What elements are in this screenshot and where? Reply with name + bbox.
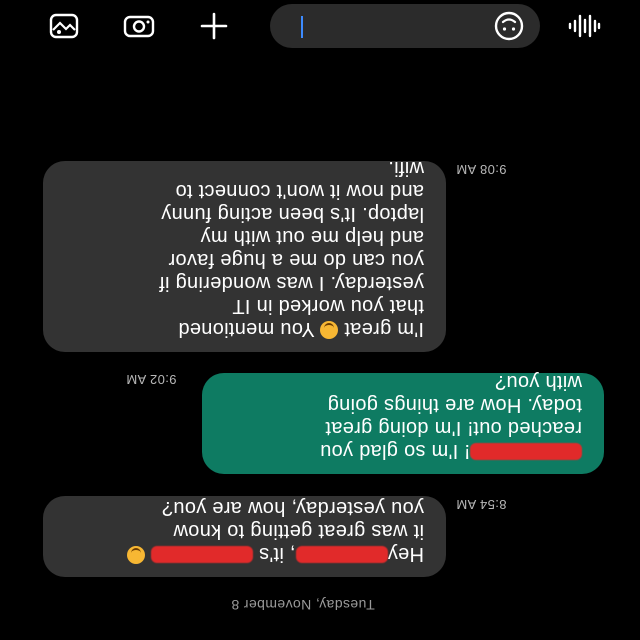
gallery-icon-svg	[49, 13, 79, 39]
message-text: ! I'm so glad you	[319, 440, 470, 462]
message-line: with you?	[494, 371, 582, 393]
message-line: yesterday. I was wondering if	[158, 272, 424, 294]
message-line: you can do me a huge favor	[168, 249, 424, 271]
redacted-name	[470, 443, 582, 460]
message-line: it was great getting to know	[173, 520, 424, 542]
voice-wave-icon[interactable]	[566, 8, 602, 44]
redacted-name	[150, 546, 253, 563]
smiling-face-emoji-icon	[127, 546, 146, 564]
conversation-area: I'm great You mentioned that you worked …	[0, 52, 640, 640]
gallery-icon[interactable]	[46, 8, 82, 44]
message-bubble-incoming[interactable]: Hey , it's it was great getting to know y…	[43, 496, 446, 577]
message-line: Hey , it's	[65, 542, 424, 565]
message-input[interactable]	[270, 4, 540, 48]
composer-toolbar	[0, 0, 640, 52]
message-line: you yesterday, how are you?	[161, 497, 424, 519]
message-line: laptop. It's been acting funny	[161, 203, 424, 225]
camera-icon[interactable]	[121, 8, 157, 44]
message-timestamp: 9:08 AM	[456, 162, 507, 177]
message-line: wifi.	[388, 157, 424, 179]
message-line: and now it won't connect to	[175, 180, 424, 202]
message-text: , it's	[258, 543, 296, 565]
message-bubble-incoming[interactable]: I'm great You mentioned that you worked …	[43, 157, 446, 352]
redacted-name	[295, 546, 388, 563]
message-line: and help me out with my	[200, 226, 424, 248]
date-header: Tuesday, November 8	[231, 597, 375, 613]
message-text: You mentioned	[178, 318, 315, 340]
text-caret	[301, 16, 303, 38]
message-line: reached out! I'm doing great	[325, 417, 582, 439]
add-icon[interactable]	[196, 8, 232, 44]
message-timestamp: 8:54 AM	[456, 497, 507, 512]
voice-wave-icon-svg	[568, 14, 601, 38]
message-timestamp: 9:02 AM	[126, 372, 177, 387]
message-line: I'm great You mentioned	[65, 317, 424, 340]
message-text: I'm great	[344, 318, 424, 340]
message-line: that you worked in IT	[232, 295, 424, 317]
message-line: ! I'm so glad you	[224, 439, 582, 462]
smiling-face-emoji-icon	[320, 321, 339, 339]
plus-icon	[200, 12, 228, 40]
message-text: Hey	[387, 543, 424, 565]
message-line: today. How are things going	[327, 394, 582, 416]
emoji-icon[interactable]	[492, 9, 526, 43]
messaging-screen: I'm great You mentioned that you worked …	[0, 0, 640, 640]
message-bubble-outgoing[interactable]: ! I'm so glad you reached out! I'm doing…	[202, 371, 604, 474]
emoji-icon-svg	[494, 11, 524, 41]
camera-icon-svg	[123, 15, 155, 38]
